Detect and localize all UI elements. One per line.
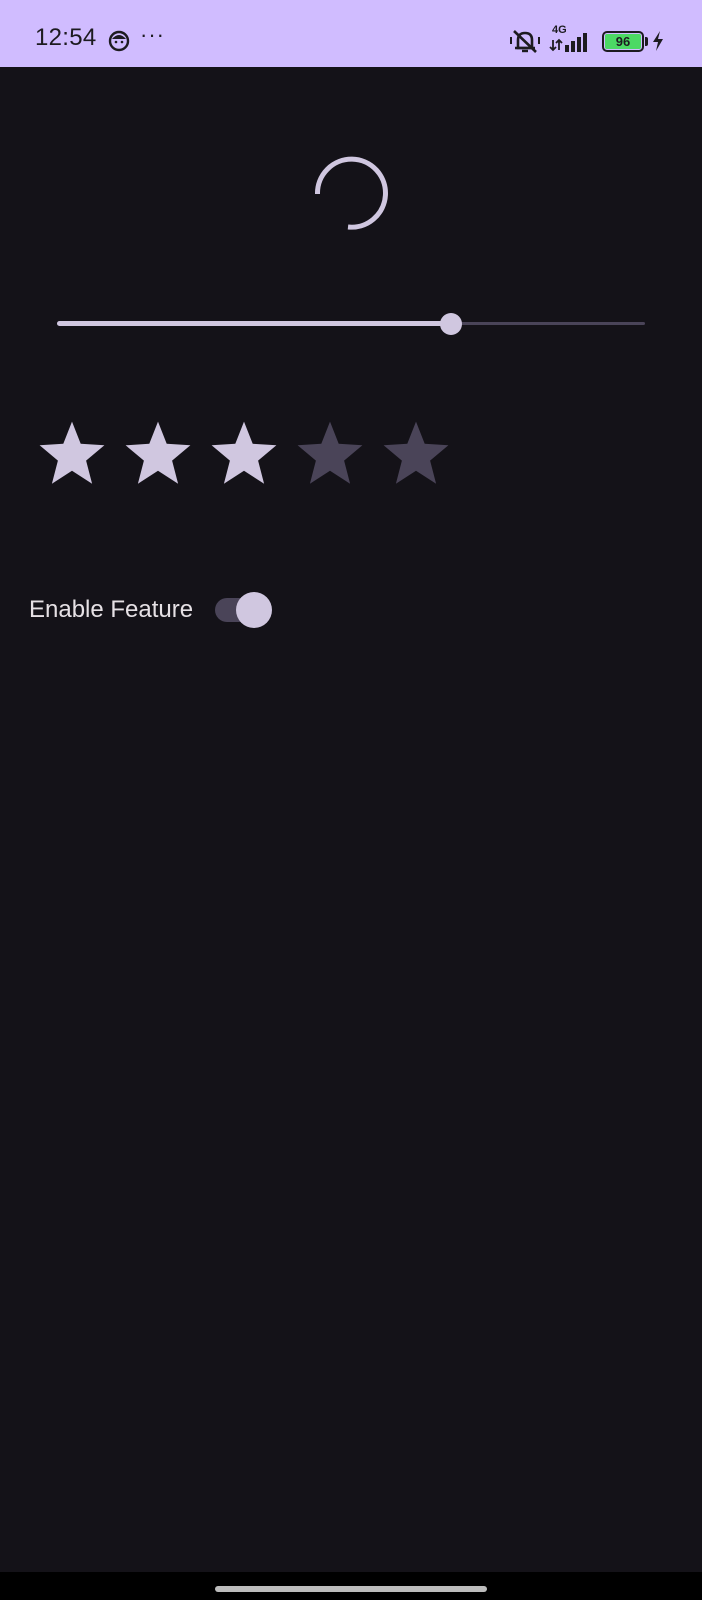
battery-icon: 96 [602,31,644,52]
slider-active-track [57,321,451,326]
star-icon[interactable] [120,418,196,490]
face-notification-icon [108,30,130,52]
battery-nub [645,37,648,46]
signal-icon [549,33,587,52]
switch-thumb [236,592,273,628]
navigation-bar [0,1572,702,1600]
home-handle[interactable] [215,1586,487,1592]
star-icon[interactable] [34,418,110,490]
value-slider[interactable] [57,310,645,338]
battery-level: 96 [605,34,641,49]
status-time: 12:54 [35,24,97,51]
status-bar: 12:54 ··· 4G 96 [0,0,702,67]
charging-icon [653,31,663,51]
star-icon[interactable] [206,418,282,490]
loading-spinner [314,156,388,230]
star-icon[interactable] [378,418,454,490]
enable-feature-label: Enable Feature [29,596,194,623]
enable-feature-switch[interactable] [215,590,273,630]
star-rating[interactable] [34,418,464,490]
star-icon[interactable] [292,418,368,490]
enable-feature-row: Enable Feature [29,590,273,630]
vibrate-off-icon [510,30,540,53]
more-notifications-icon: ··· [140,22,165,47]
slider-thumb[interactable] [439,313,462,335]
